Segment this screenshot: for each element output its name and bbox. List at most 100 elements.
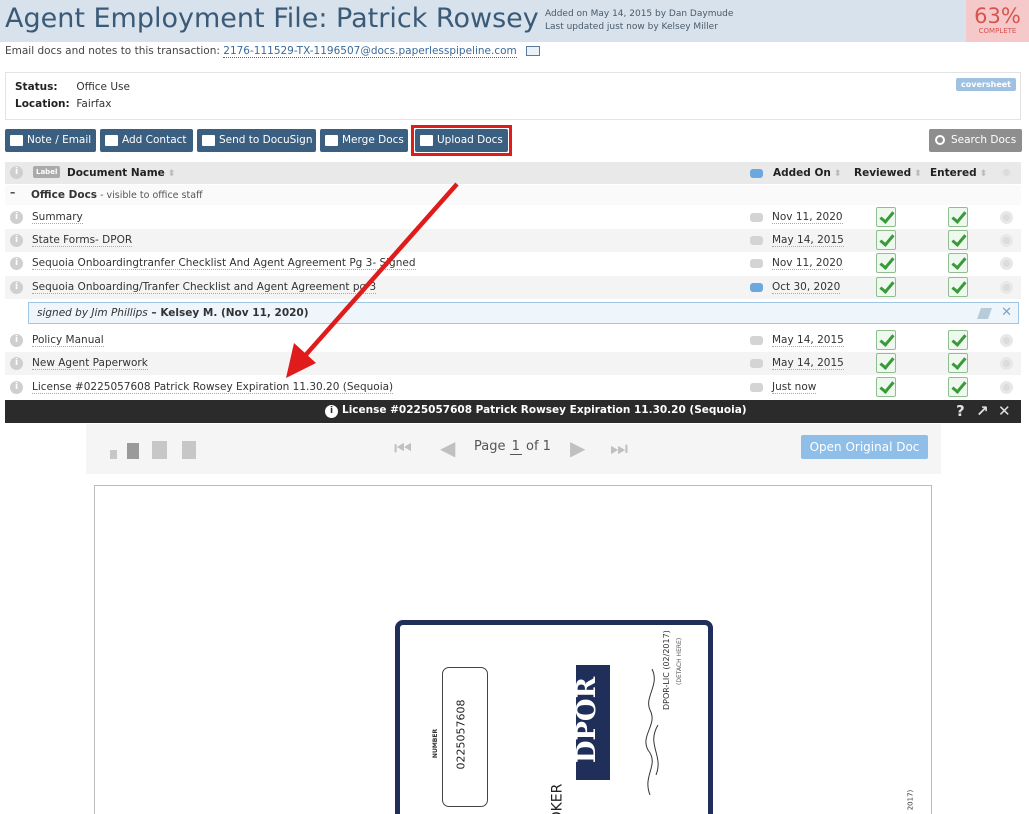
collapse-icon[interactable]: – xyxy=(10,187,15,199)
entered-checkbox[interactable] xyxy=(948,377,968,397)
group-name: Office Docs xyxy=(31,189,98,201)
document-name-link[interactable]: Summary xyxy=(32,211,83,224)
gear-icon[interactable] xyxy=(1000,357,1013,370)
document-name-link[interactable]: State Forms- DPOR xyxy=(32,234,133,247)
document-name-link[interactable]: License #0225057608 Patrick Rowsey Expir… xyxy=(32,381,394,394)
email-prefix: Email docs and notes to this transaction… xyxy=(5,45,220,57)
document-name-link[interactable]: Sequoia Onboardingtranfer Checklist And … xyxy=(32,257,416,270)
entered-checkbox[interactable] xyxy=(948,253,968,273)
coversheet-button[interactable]: coversheet xyxy=(956,78,1016,91)
page-size-small-icon[interactable] xyxy=(110,450,117,459)
page-indicator: Page 1 of 1 xyxy=(474,439,551,455)
added-date: May 14, 2015 xyxy=(772,334,844,347)
reviewed-checkbox[interactable] xyxy=(876,253,896,273)
email-address-link[interactable]: 2176-111529-TX-1196507@docs.paperlesspip… xyxy=(223,45,517,58)
note-body: signed by Jim Phillips xyxy=(37,307,148,319)
envelope-icon xyxy=(10,135,23,146)
open-original-doc-button[interactable]: Open Original Doc xyxy=(801,435,928,459)
send-docusign-button[interactable]: Send to DocuSign xyxy=(197,129,316,152)
col-added-on[interactable]: Added On ⬍ xyxy=(773,167,841,179)
gear-icon[interactable] xyxy=(1000,257,1013,270)
updated-info: Last updated just now by Kelsey Miller xyxy=(545,22,718,32)
first-page-icon[interactable]: ⏮ xyxy=(394,436,412,460)
col-reviewed[interactable]: Reviewed ⬍ xyxy=(854,167,922,179)
table-row[interactable]: i Summary Nov 11, 2020 xyxy=(5,206,1021,229)
gear-icon[interactable] xyxy=(1000,234,1013,247)
comment-icon[interactable] xyxy=(750,383,763,392)
table-row[interactable]: i Sequoia Onboardingtranfer Checklist An… xyxy=(5,252,1021,275)
status-value: Office Use xyxy=(76,81,130,93)
info-icon[interactable]: i xyxy=(10,211,23,224)
table-row[interactable]: i License #0225057608 Patrick Rowsey Exp… xyxy=(5,376,1021,399)
comment-icon[interactable] xyxy=(750,213,763,222)
page-size-medium-icon[interactable] xyxy=(127,443,139,459)
group-office-docs[interactable]: – Office Docs - visible to office staff xyxy=(5,185,1021,205)
entered-checkbox[interactable] xyxy=(948,330,968,350)
info-icon[interactable]: i xyxy=(10,334,23,347)
dpor-logo-text: DPOR xyxy=(572,676,603,764)
help-icon[interactable]: ? xyxy=(956,402,965,420)
search-docs-button[interactable]: Search Docs xyxy=(929,129,1022,152)
last-page-icon[interactable]: ⏭ xyxy=(610,436,628,460)
page-size-large-icon[interactable] xyxy=(152,441,167,459)
added-info: Added on May 14, 2015 by Dan Daymude xyxy=(545,9,734,19)
entered-checkbox[interactable] xyxy=(948,353,968,373)
col-document-name[interactable]: Document Name ⬍ xyxy=(67,167,175,179)
gear-icon[interactable] xyxy=(1000,166,1013,179)
pencil-icon[interactable] xyxy=(976,308,993,319)
info-icon[interactable]: i xyxy=(10,357,23,370)
entered-checkbox[interactable] xyxy=(948,230,968,250)
entered-checkbox[interactable] xyxy=(948,277,968,297)
col-reviewed-label: Reviewed xyxy=(854,167,912,179)
entered-checkbox[interactable] xyxy=(948,207,968,227)
comment-icon[interactable] xyxy=(750,259,763,268)
document-name-link[interactable]: New Agent Paperwork xyxy=(32,357,148,370)
previous-page-icon[interactable]: ◀ xyxy=(440,436,455,460)
reviewed-checkbox[interactable] xyxy=(876,230,896,250)
table-row[interactable]: i State Forms- DPOR May 14, 2015 xyxy=(5,229,1021,252)
table-row[interactable]: i New Agent Paperwork May 14, 2015 xyxy=(5,352,1021,375)
reviewed-checkbox[interactable] xyxy=(876,207,896,227)
gear-icon[interactable] xyxy=(1000,281,1013,294)
expand-icon[interactable]: ↗ xyxy=(976,402,989,420)
info-icon[interactable]: i xyxy=(10,281,23,294)
add-contact-button[interactable]: Add Contact xyxy=(100,129,193,152)
close-icon[interactable]: ✕ xyxy=(1001,305,1012,320)
page-number-input[interactable]: 1 xyxy=(509,439,522,455)
contact-card-icon[interactable] xyxy=(526,46,541,56)
table-header: i Label Document Name ⬍ Added On ⬍ Reviewe… xyxy=(5,162,1021,184)
label-chip[interactable]: Label xyxy=(33,166,61,178)
comment-icon[interactable] xyxy=(750,336,763,345)
gear-icon[interactable] xyxy=(1000,211,1013,224)
document-name-link[interactable]: Sequoia Onboarding/Tranfer Checklist and… xyxy=(32,281,377,294)
col-entered[interactable]: Entered ⬍ xyxy=(930,167,987,179)
gear-icon[interactable] xyxy=(1000,334,1013,347)
note-text: signed by Jim Phillips – Kelsey M. (Nov … xyxy=(37,307,309,319)
sort-icon: ⬍ xyxy=(979,169,988,179)
added-date: May 14, 2015 xyxy=(772,357,844,370)
comment-icon[interactable] xyxy=(750,283,763,292)
merge-icon xyxy=(325,135,338,146)
comment-icon[interactable] xyxy=(750,359,763,368)
merge-docs-button[interactable]: Merge Docs xyxy=(320,129,408,152)
comment-icon[interactable] xyxy=(750,236,763,245)
license-card: NUMBER 0225057608 DPOR DPOR-LIC (02/2017… xyxy=(395,620,713,814)
sort-icon: ⬍ xyxy=(833,169,842,179)
table-row[interactable]: i Policy Manual May 14, 2015 xyxy=(5,329,1021,352)
reviewed-checkbox[interactable] xyxy=(876,277,896,297)
close-icon[interactable]: ✕ xyxy=(998,402,1011,420)
reviewed-checkbox[interactable] xyxy=(876,353,896,373)
add-contact-label: Add Contact xyxy=(122,134,187,146)
info-icon[interactable]: i xyxy=(10,381,23,394)
note-email-button[interactable]: Note / Email xyxy=(5,129,96,152)
page-header: Agent Employment File: Patrick Rowsey Ad… xyxy=(0,0,1029,42)
gear-icon[interactable] xyxy=(1000,381,1013,394)
table-row[interactable]: i Sequoia Onboarding/Tranfer Checklist a… xyxy=(5,276,1021,299)
document-name-link[interactable]: Policy Manual xyxy=(32,334,104,347)
fit-height-icon[interactable] xyxy=(182,441,196,459)
info-icon[interactable]: i xyxy=(10,234,23,247)
reviewed-checkbox[interactable] xyxy=(876,377,896,397)
next-page-icon[interactable]: ▶ xyxy=(570,436,585,460)
reviewed-checkbox[interactable] xyxy=(876,330,896,350)
info-icon[interactable]: i xyxy=(10,257,23,270)
